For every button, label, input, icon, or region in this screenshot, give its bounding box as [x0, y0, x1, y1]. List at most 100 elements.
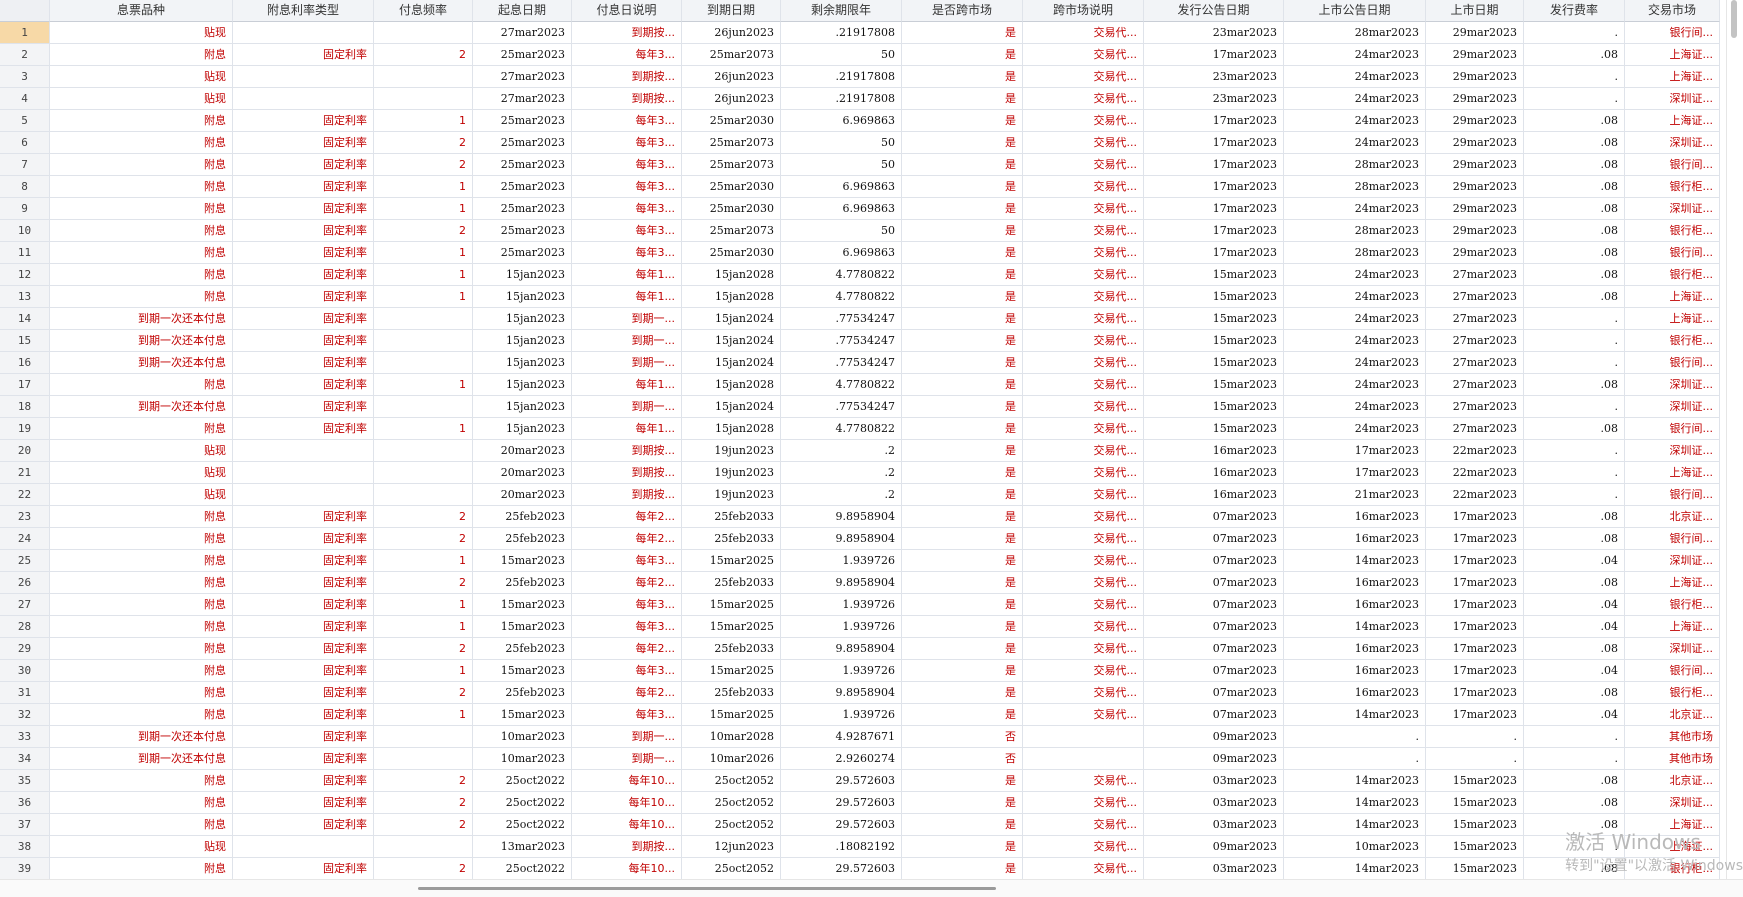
cell-coupon-type[interactable]: 附息: [50, 770, 233, 792]
cell-listing-date[interactable]: 17mar2023: [1426, 704, 1524, 726]
cell-cross-market[interactable]: 是: [902, 418, 1023, 440]
cell-rate-type[interactable]: 固定利率: [233, 638, 374, 660]
cell-issue-notice-date[interactable]: 15mar2023: [1144, 308, 1284, 330]
cell-cross-market-desc[interactable]: 交易代...: [1023, 770, 1144, 792]
column-header-value-date[interactable]: 起息日期: [473, 0, 572, 22]
cell-coupon-type[interactable]: 到期一次还本付息: [50, 330, 233, 352]
cell-listing-notice-date[interactable]: 16mar2023: [1284, 660, 1426, 682]
cell-issue-fee-rate[interactable]: .08: [1524, 374, 1625, 396]
cell-cross-market-desc[interactable]: 交易代...: [1023, 550, 1144, 572]
cell-issue-fee-rate[interactable]: .: [1524, 66, 1625, 88]
cell-maturity-date[interactable]: 25mar2030: [682, 242, 781, 264]
cell-cross-market[interactable]: 是: [902, 44, 1023, 66]
row-number[interactable]: 16: [0, 352, 50, 374]
cell-listing-notice-date[interactable]: 28mar2023: [1284, 176, 1426, 198]
cell-issue-fee-rate[interactable]: .08: [1524, 792, 1625, 814]
row-number[interactable]: 8: [0, 176, 50, 198]
table-row[interactable]: 31 附息 固定利率 2 25feb2023 每年2... 25feb2033 9.89589…: [0, 682, 1727, 704]
cell-listing-date[interactable]: 27mar2023: [1426, 308, 1524, 330]
cell-coupon-type[interactable]: 附息: [50, 154, 233, 176]
cell-rate-type[interactable]: 固定利率: [233, 748, 374, 770]
cell-pay-frequency[interactable]: 2: [374, 220, 473, 242]
cell-trading-market[interactable]: 深圳证...: [1625, 374, 1720, 396]
cell-issue-fee-rate[interactable]: .08: [1524, 154, 1625, 176]
cell-issue-fee-rate[interactable]: .: [1524, 748, 1625, 770]
table-row[interactable]: 20 贴现 20mar2023 到期按... 19jun2023.2 是交易代... 16m…: [0, 440, 1727, 462]
column-header-cross-market[interactable]: 是否跨市场: [902, 0, 1023, 22]
cell-value-date[interactable]: 25mar2023: [473, 220, 572, 242]
cell-issue-fee-rate[interactable]: .08: [1524, 176, 1625, 198]
cell-maturity-date[interactable]: 25mar2073: [682, 132, 781, 154]
row-number[interactable]: 31: [0, 682, 50, 704]
cell-cross-market[interactable]: 是: [902, 594, 1023, 616]
cell-cross-market[interactable]: 是: [902, 660, 1023, 682]
cell-cross-market[interactable]: 是: [902, 616, 1023, 638]
cell-pay-date-desc[interactable]: 每年3...: [572, 44, 682, 66]
cell-value-date[interactable]: 13mar2023: [473, 836, 572, 858]
cell-listing-date[interactable]: 27mar2023: [1426, 264, 1524, 286]
cell-pay-frequency[interactable]: 2: [374, 770, 473, 792]
table-row[interactable]: 34 到期一次还本付息 固定利率 10mar2023 到期一... 10mar2026 2.…: [0, 748, 1727, 770]
table-row[interactable]: 25 附息 固定利率 1 15mar2023 每年3... 15mar2025 1.93972…: [0, 550, 1727, 572]
cell-listing-notice-date[interactable]: 21mar2023: [1284, 484, 1426, 506]
row-number[interactable]: 3: [0, 66, 50, 88]
cell-cross-market[interactable]: 是: [902, 462, 1023, 484]
cell-listing-notice-date[interactable]: 17mar2023: [1284, 462, 1426, 484]
cell-listing-date[interactable]: 17mar2023: [1426, 638, 1524, 660]
cell-coupon-type[interactable]: 到期一次还本付息: [50, 396, 233, 418]
cell-trading-market[interactable]: 银行柜...: [1625, 682, 1720, 704]
cell-listing-date[interactable]: 17mar2023: [1426, 660, 1524, 682]
cell-coupon-type[interactable]: 贴现: [50, 22, 233, 44]
cell-cross-market[interactable]: 是: [902, 572, 1023, 594]
cell-pay-date-desc[interactable]: 每年1...: [572, 418, 682, 440]
vertical-scrollbar[interactable]: [1726, 0, 1743, 880]
cell-remaining-years[interactable]: 4.7780822: [781, 418, 902, 440]
cell-pay-date-desc[interactable]: 每年3...: [572, 154, 682, 176]
cell-rate-type[interactable]: 固定利率: [233, 506, 374, 528]
table-row[interactable]: 7 附息 固定利率 2 25mar2023 每年3... 25mar2073 50 是交易代..…: [0, 154, 1727, 176]
cell-remaining-years[interactable]: 1.939726: [781, 594, 902, 616]
row-number[interactable]: 14: [0, 308, 50, 330]
cell-maturity-date[interactable]: 10mar2026: [682, 748, 781, 770]
cell-value-date[interactable]: 20mar2023: [473, 484, 572, 506]
cell-maturity-date[interactable]: 25feb2033: [682, 528, 781, 550]
table-row[interactable]: 14 到期一次还本付息 固定利率 15jan2023 到期一... 15jan2024.7…: [0, 308, 1727, 330]
cell-value-date[interactable]: 15mar2023: [473, 594, 572, 616]
row-number[interactable]: 29: [0, 638, 50, 660]
cell-value-date[interactable]: 25mar2023: [473, 154, 572, 176]
cell-cross-market[interactable]: 是: [902, 550, 1023, 572]
cell-remaining-years[interactable]: 4.7780822: [781, 286, 902, 308]
cell-listing-notice-date[interactable]: 10mar2023: [1284, 836, 1426, 858]
cell-remaining-years[interactable]: 4.9287671: [781, 726, 902, 748]
cell-issue-notice-date[interactable]: 23mar2023: [1144, 66, 1284, 88]
cell-remaining-years[interactable]: 9.8958904: [781, 638, 902, 660]
cell-pay-frequency[interactable]: 2: [374, 792, 473, 814]
row-number[interactable]: 4: [0, 88, 50, 110]
cell-cross-market[interactable]: 是: [902, 154, 1023, 176]
cell-remaining-years[interactable]: 9.8958904: [781, 528, 902, 550]
cell-issue-notice-date[interactable]: 15mar2023: [1144, 418, 1284, 440]
cell-cross-market-desc[interactable]: 交易代...: [1023, 814, 1144, 836]
row-number[interactable]: 27: [0, 594, 50, 616]
cell-rate-type[interactable]: 固定利率: [233, 198, 374, 220]
cell-cross-market[interactable]: 是: [902, 528, 1023, 550]
cell-remaining-years[interactable]: 9.8958904: [781, 506, 902, 528]
cell-remaining-years[interactable]: .2: [781, 462, 902, 484]
cell-coupon-type[interactable]: 附息: [50, 110, 233, 132]
cell-pay-date-desc[interactable]: 到期按...: [572, 88, 682, 110]
cell-cross-market-desc[interactable]: 交易代...: [1023, 132, 1144, 154]
cell-cross-market-desc[interactable]: 交易代...: [1023, 242, 1144, 264]
cell-cross-market[interactable]: 是: [902, 836, 1023, 858]
cell-listing-notice-date[interactable]: 28mar2023: [1284, 22, 1426, 44]
cell-trading-market[interactable]: 深圳证...: [1625, 198, 1720, 220]
cell-trading-market[interactable]: 深圳证...: [1625, 550, 1720, 572]
cell-coupon-type[interactable]: 附息: [50, 660, 233, 682]
cell-issue-fee-rate[interactable]: .: [1524, 330, 1625, 352]
cell-value-date[interactable]: 25mar2023: [473, 44, 572, 66]
cell-listing-notice-date[interactable]: 28mar2023: [1284, 242, 1426, 264]
cell-pay-date-desc[interactable]: 每年10...: [572, 858, 682, 880]
cell-cross-market-desc[interactable]: 交易代...: [1023, 22, 1144, 44]
cell-cross-market[interactable]: 是: [902, 110, 1023, 132]
cell-rate-type[interactable]: 固定利率: [233, 418, 374, 440]
cell-listing-date[interactable]: 29mar2023: [1426, 242, 1524, 264]
